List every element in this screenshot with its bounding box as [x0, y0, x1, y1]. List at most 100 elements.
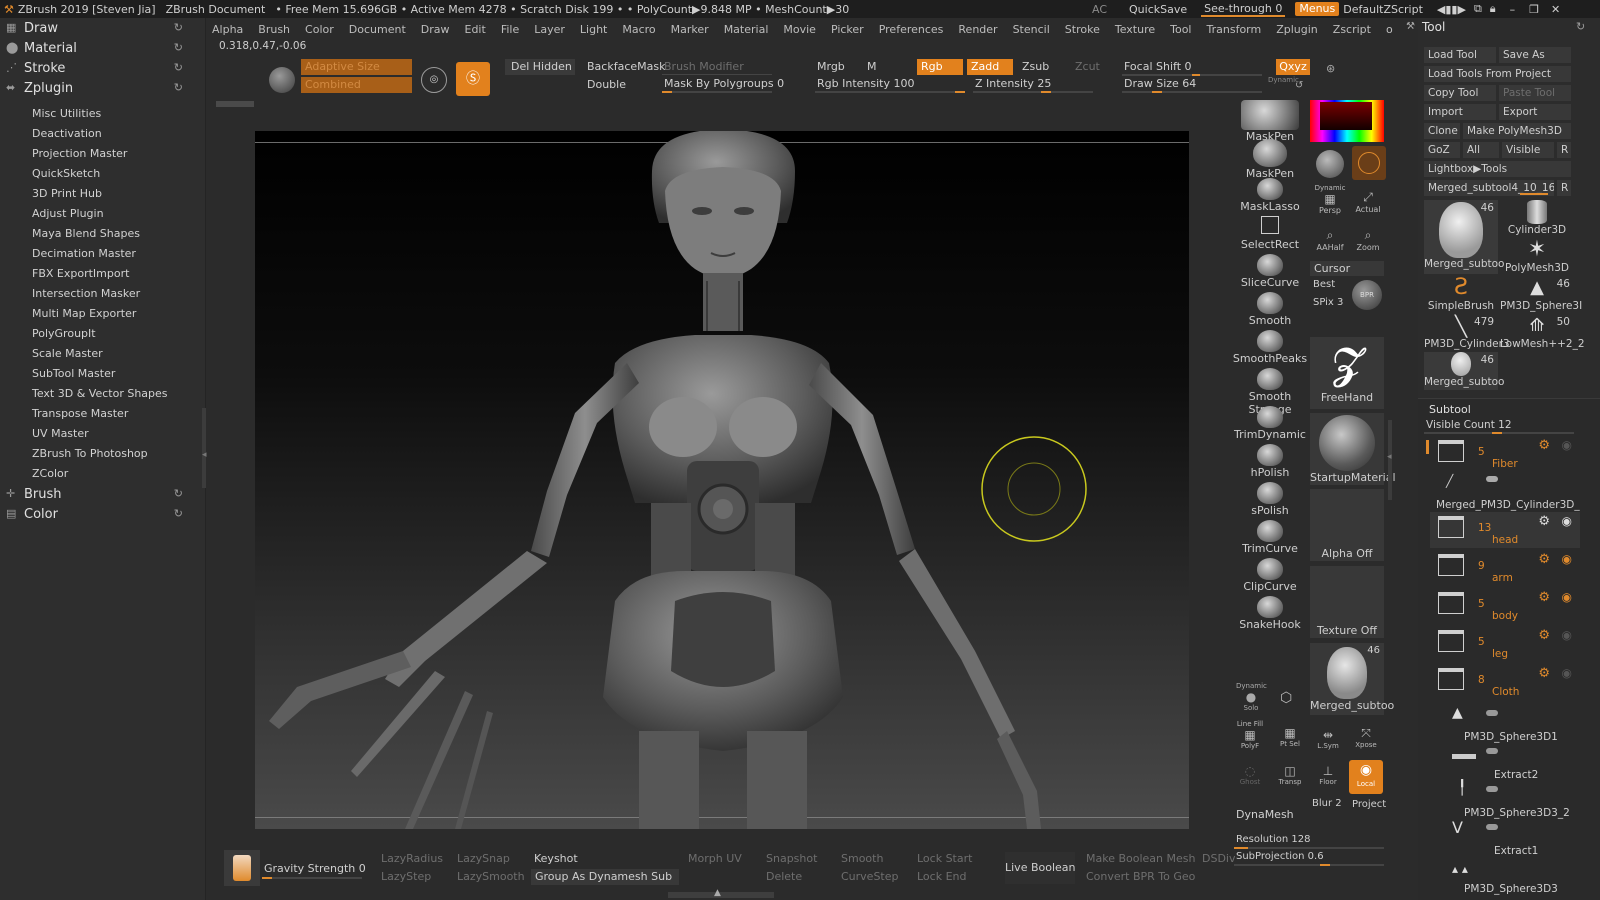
palette-icon[interactable]: ⧉	[1474, 2, 1482, 16]
gravity-strength-slider[interactable]: Gravity Strength 0	[264, 862, 366, 875]
menu-item[interactable]: Document	[349, 23, 406, 36]
plugin-item[interactable]: Adjust Plugin	[0, 204, 205, 224]
refresh-icon[interactable]: ↻	[174, 81, 183, 94]
stroke-freehand-button[interactable]: 𝓩 FreeHand	[1310, 337, 1384, 409]
lock-icon[interactable]: 🔒︎	[1490, 2, 1496, 16]
curvestep-slider[interactable]: CurveStep	[841, 870, 899, 883]
brush-maskpen-2[interactable]: MaskPen	[1232, 139, 1308, 180]
menu-item[interactable]: Preferences	[879, 23, 944, 36]
zplugin-palette-header[interactable]: ⬌ Zplugin ↻	[0, 78, 205, 98]
draw-size-slider[interactable]: Draw Size 64	[1124, 77, 1196, 90]
z-intensity-slider[interactable]: Z Intensity 25	[975, 77, 1051, 90]
menu-item[interactable]: Edit	[465, 23, 486, 36]
del-hidden-button[interactable]: Del Hidden	[505, 59, 575, 75]
goz-r-button[interactable]: R	[1557, 142, 1571, 158]
tool-thumb-merged-2[interactable]: Merged_subtoo 46	[1424, 352, 1504, 390]
floor-button[interactable]: ⊥ Floor	[1312, 764, 1344, 786]
texture-color-swatch[interactable]	[1352, 146, 1386, 180]
double-button[interactable]: Double	[587, 78, 626, 91]
brush-spolish[interactable]: sPolish	[1232, 482, 1308, 520]
aahalf-button[interactable]: ⌕ AAHalf	[1312, 228, 1348, 252]
ptsel-button[interactable]: ▦ Pt Sel	[1274, 726, 1306, 748]
keyshot-button[interactable]: Keyshot	[534, 852, 578, 865]
goz-visible-button[interactable]: Visible	[1502, 142, 1554, 158]
menu-item[interactable]: Marker	[671, 23, 709, 36]
sculptris-s-icon[interactable]: Ⓢ	[456, 62, 490, 96]
eye-icon[interactable]: ◉	[1562, 552, 1572, 566]
gravity-brush-thumb[interactable]	[224, 850, 260, 886]
refresh-icon[interactable]: ↻	[174, 61, 183, 74]
backface-mask-button[interactable]: BackfaceMask	[587, 60, 665, 73]
best-render-button[interactable]: Best	[1313, 279, 1335, 290]
transp-button[interactable]: ◫ Transp	[1274, 764, 1306, 786]
plugin-item[interactable]: Maya Blend Shapes	[0, 224, 205, 244]
mrgb-button[interactable]: Mrgb	[817, 60, 845, 73]
subtool-item[interactable]: PM3D_Sphere3D3_2	[1464, 807, 1570, 819]
m-button[interactable]: M	[867, 60, 877, 73]
menu-item[interactable]: Stroke	[1065, 23, 1100, 36]
plugin-item[interactable]: Scale Master	[0, 344, 205, 364]
alpha-off-button[interactable]: Alpha Off	[1310, 489, 1384, 561]
delete-button[interactable]: Delete	[766, 870, 802, 883]
solo-button[interactable]: Dynamic ● Solo	[1236, 682, 1267, 712]
close-icon[interactable]: ✕	[1551, 3, 1560, 16]
menu-item[interactable]: Movie	[783, 23, 816, 36]
lazysmooth-slider[interactable]: LazySmooth	[457, 870, 525, 883]
tool-thumb-merged[interactable]: Merged_subtoo 46	[1424, 200, 1504, 274]
plugin-item[interactable]: Intersection Masker	[0, 284, 205, 304]
plugin-item[interactable]: Deactivation	[0, 124, 205, 144]
menu-item[interactable]: Zplugin	[1276, 23, 1318, 36]
subtool-folder-fiber[interactable]: 5 Fiber ⚙ ◉	[1430, 436, 1580, 472]
sculptris-pro-icon[interactable]	[269, 67, 295, 93]
tool-thumb-pm3d-cylinder[interactable]: ╲ PM3D_Cylinder3 479	[1424, 314, 1510, 352]
plugin-item[interactable]: QuickSketch	[0, 164, 205, 184]
tool-thumb-polymesh3d[interactable]: ✶ PolyMesh3D	[1500, 238, 1574, 276]
menu-item[interactable]: Brush	[258, 23, 290, 36]
local-button[interactable]: ◉ Local	[1349, 760, 1383, 794]
tray-collapse-icon[interactable]: ◂	[202, 450, 207, 460]
color-picker-hue-strip[interactable]	[1310, 100, 1384, 142]
goz-button[interactable]: GoZ	[1424, 142, 1460, 158]
menu-item[interactable]: File	[501, 23, 519, 36]
expand-bottom-tray-icon[interactable]: ▲	[714, 888, 721, 898]
subtool-toggle-icon[interactable]	[1486, 710, 1498, 716]
subtool-item[interactable]: PM3D_Sphere3D1	[1464, 731, 1558, 743]
brush-trimdynamic[interactable]: TrimDynamic	[1232, 406, 1308, 444]
spix-slider[interactable]: SPix 3	[1313, 297, 1343, 308]
plugin-item[interactable]: ZColor	[0, 464, 205, 484]
menu-item[interactable]: o	[1386, 23, 1393, 36]
copy-tool-button[interactable]: Copy Tool	[1424, 85, 1496, 101]
plugin-item[interactable]: Projection Master	[0, 144, 205, 164]
polyf-button[interactable]: Line Fill ▦ PolyF	[1234, 720, 1266, 750]
eye-icon[interactable]: ◉	[1562, 514, 1572, 528]
subtool-toggle-icon[interactable]	[1486, 786, 1498, 792]
export-button[interactable]: Export	[1499, 104, 1571, 120]
menu-item[interactable]: Macro	[622, 23, 655, 36]
menu-item[interactable]: Material	[724, 23, 769, 36]
refresh-icon[interactable]: ↻	[174, 507, 183, 520]
cursor-button[interactable]: Cursor	[1310, 261, 1384, 276]
stroke-palette-header[interactable]: ⋰ Stroke ↻	[0, 58, 205, 78]
plugin-item[interactable]: UV Master	[0, 424, 205, 444]
refresh-icon[interactable]: ↻	[174, 21, 183, 34]
make-boolean-mesh-button[interactable]: Make Boolean Mesh	[1086, 852, 1195, 865]
smooth-curve-slider[interactable]: Smooth	[841, 852, 883, 865]
subtool-folder-head[interactable]: 13 head ⚙ ◉	[1430, 512, 1580, 548]
quicksave-button[interactable]: QuickSave	[1129, 3, 1187, 16]
plugin-item[interactable]: ZBrush To Photoshop	[0, 444, 205, 464]
subtool-folder-leg[interactable]: 5 leg ⚙ ◉	[1430, 626, 1580, 662]
brush-smooth[interactable]: Smooth	[1232, 292, 1308, 330]
material-sphere-icon[interactable]	[1316, 150, 1344, 178]
convert-bpr-to-geo-button[interactable]: Convert BPR To Geo	[1086, 870, 1195, 883]
load-tools-from-project-button[interactable]: Load Tools From Project	[1424, 66, 1571, 82]
gear-icon[interactable]: ⚙	[1538, 552, 1550, 567]
menu-item[interactable]: Transform	[1207, 23, 1262, 36]
default-zscript-button[interactable]: DefaultZScript	[1343, 3, 1423, 16]
current-tool-r-button[interactable]: R	[1557, 180, 1571, 196]
menus-toggle[interactable]: Menus	[1295, 2, 1340, 16]
refresh-icon[interactable]: ↻	[174, 487, 183, 500]
color-palette-header[interactable]: ▤ Color ↻	[0, 504, 205, 524]
plugin-item[interactable]: SubTool Master	[0, 364, 205, 384]
zsub-button[interactable]: Zsub	[1022, 60, 1049, 73]
menu-item[interactable]: Texture	[1115, 23, 1155, 36]
